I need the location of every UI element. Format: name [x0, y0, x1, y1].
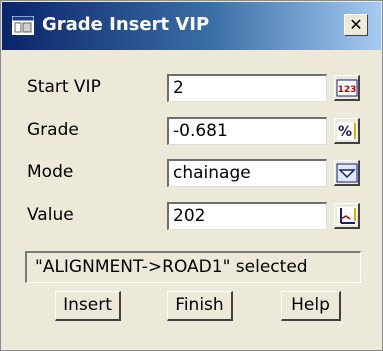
start-vip-input[interactable]: 2	[167, 74, 327, 102]
selection-status: "ALIGNMENT->ROAD1" selected	[25, 251, 361, 283]
dialog-title: Grade Insert VIP	[42, 14, 210, 35]
svg-text:%: %	[338, 124, 352, 140]
percent-button[interactable]: %	[334, 118, 360, 144]
title-bar[interactable]: Grade Insert VIP ✕	[2, 2, 381, 50]
finish-button[interactable]: Finish	[167, 291, 233, 321]
help-button[interactable]: Help	[281, 291, 341, 321]
grade-label: Grade	[27, 120, 79, 140]
mode-dropdown-button[interactable]	[334, 160, 360, 186]
mode-label: Mode	[27, 162, 74, 182]
mode-select[interactable]: chainage	[167, 159, 327, 187]
insert-button[interactable]: Insert	[55, 291, 121, 321]
value-label: Value	[27, 205, 74, 225]
number-123-button[interactable]: 123	[334, 75, 360, 101]
pick-point-button[interactable]	[334, 203, 360, 229]
app-window-icon	[12, 16, 34, 35]
close-button[interactable]: ✕	[344, 14, 368, 36]
grade-input[interactable]: -0.681	[167, 117, 327, 145]
svg-text:123: 123	[338, 85, 357, 95]
grade-insert-vip-dialog: Grade Insert VIP ✕ Start VIP 2 123 Grade…	[0, 0, 383, 351]
start-vip-label: Start VIP	[27, 77, 101, 97]
value-input[interactable]: 202	[167, 202, 327, 230]
